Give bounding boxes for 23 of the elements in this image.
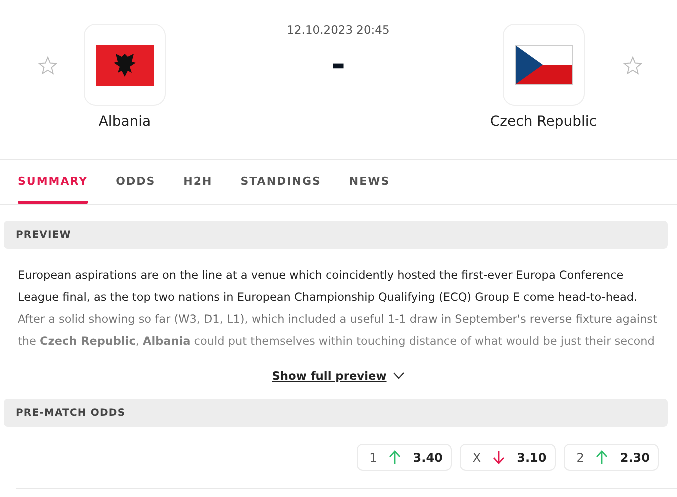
preview-text: European aspirations are on the line at a venue which coincidently hosted the first-ever Europa Conference League final, as the top two nations in European Championship Qualifying (ECQ) Group E come head-to-head. After a solid showing so far (W3, D1, L1), which included a useful 1-1 draw in September's reverse fixture against the Czech Republic, Albania could put themselves within touching distance of what would be just their second [18, 268, 658, 350]
tab[interactable]: SUMMARY [18, 160, 88, 204]
chevron-down-icon [392, 372, 405, 380]
show-more-link[interactable]: Show full preview [272, 369, 405, 383]
flag-icon [514, 45, 573, 85]
tab[interactable]: ODDS [116, 160, 156, 204]
match-score: - [331, 45, 346, 85]
section-header: PRE-MATCH ODDS [4, 399, 668, 427]
star-icon[interactable] [38, 56, 58, 76]
team-name[interactable]: Czech Republic [490, 114, 597, 130]
tab[interactable]: STANDINGS [240, 160, 322, 204]
team-name[interactable]: Albania [98, 114, 152, 130]
match-datetime: 12.10.2023 20:45 [287, 23, 390, 37]
odds-button[interactable]: 1 3.40 [356, 444, 452, 471]
team-logo[interactable] [502, 24, 585, 106]
tab[interactable]: H2H [184, 160, 213, 204]
odds-button[interactable]: X 3.10 [460, 444, 556, 471]
team-logo[interactable] [84, 24, 166, 106]
odds-button[interactable]: 2 2.30 [564, 444, 659, 471]
star-icon[interactable] [623, 56, 643, 76]
tab[interactable]: NEWS [349, 160, 390, 204]
flag-icon [96, 44, 154, 86]
section-header: PREVIEW [4, 221, 668, 249]
